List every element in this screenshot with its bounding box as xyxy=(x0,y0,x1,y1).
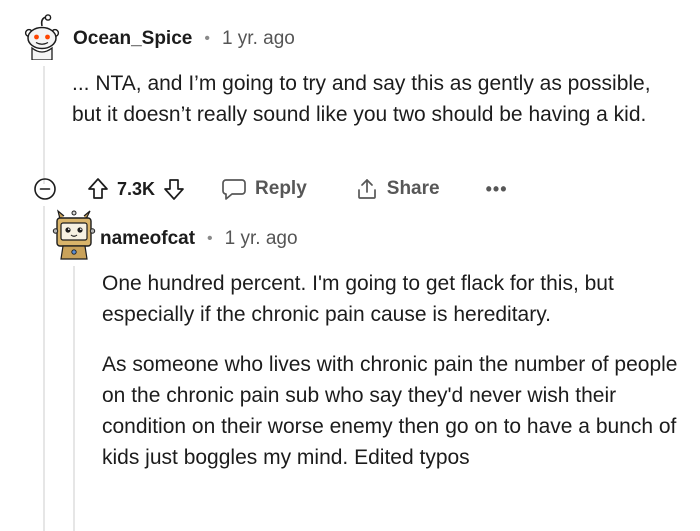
share-button[interactable]: Share xyxy=(355,177,440,201)
ellipsis-icon: ••• xyxy=(485,178,508,199)
separator-dot: • xyxy=(207,230,213,247)
comment-action-bar: 7.3K Reply Share ••• xyxy=(33,174,508,204)
downvote-button[interactable] xyxy=(163,177,185,201)
username[interactable]: Ocean_Spice xyxy=(73,28,192,50)
comment-body: One hundred percent. I'm going to get fl… xyxy=(102,268,692,473)
reply-button[interactable]: Reply xyxy=(221,177,307,201)
avatar[interactable] xyxy=(52,209,96,261)
username[interactable]: nameofcat xyxy=(100,228,195,250)
timestamp[interactable]: 1 yr. ago xyxy=(225,228,298,250)
comment-header: nameofcat • 1 yr. ago xyxy=(100,228,298,250)
collapse-thread-button[interactable] xyxy=(33,177,57,201)
reply-label: Reply xyxy=(255,178,307,199)
robot-cat-avatar-icon xyxy=(52,209,96,260)
avatar[interactable] xyxy=(22,14,64,60)
arrow-down-outline-icon xyxy=(164,179,184,200)
comment-paragraph: As someone who lives with chronic pain t… xyxy=(102,353,678,469)
vote-count: 7.3K xyxy=(117,178,156,199)
timestamp[interactable]: 1 yr. ago xyxy=(222,28,295,50)
separator-dot: • xyxy=(204,30,210,47)
share-upload-icon xyxy=(355,177,379,201)
more-options-button[interactable]: ••• xyxy=(486,179,508,200)
minus-circle-icon xyxy=(34,178,56,200)
arrow-up-outline-icon xyxy=(88,178,108,199)
snoo-avatar-icon xyxy=(24,14,60,60)
thread-line-parent[interactable] xyxy=(43,66,45,184)
upvote-button[interactable] xyxy=(87,177,109,201)
thread-line-parent-continuation[interactable] xyxy=(43,206,45,531)
share-label: Share xyxy=(386,178,440,199)
comment-paragraph: One hundred percent. I'm going to get fl… xyxy=(102,272,614,326)
comment-text: ... NTA, and I’m going to try and say th… xyxy=(72,72,651,126)
comment-header: Ocean_Spice • 1 yr. ago xyxy=(73,28,295,50)
thread-line-reply[interactable] xyxy=(73,266,75,531)
comment-body: ... NTA, and I’m going to try and say th… xyxy=(72,68,682,130)
speech-bubble-icon xyxy=(221,177,247,201)
